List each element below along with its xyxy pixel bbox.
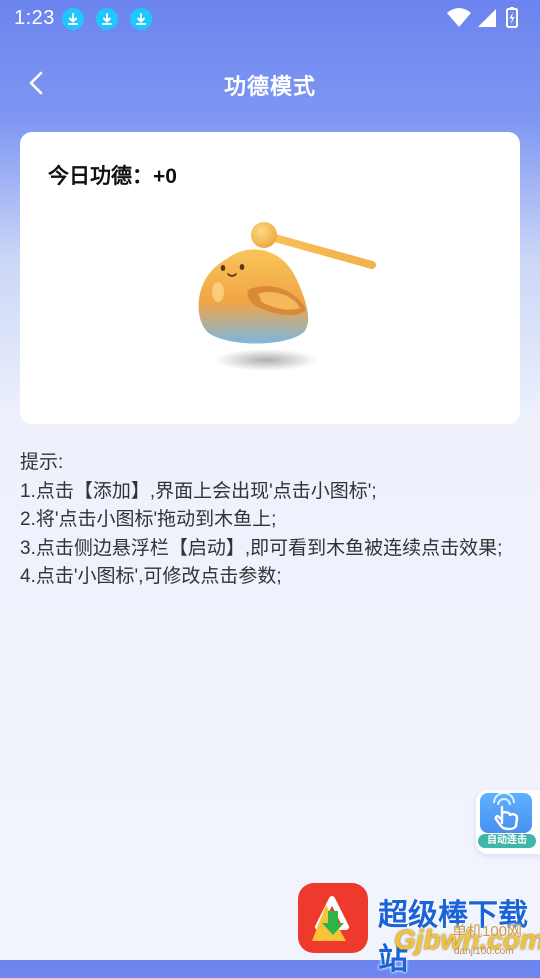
tip-line: 4.点击'小图标',可修改点击参数; bbox=[20, 566, 282, 587]
watermark-logo bbox=[298, 883, 368, 953]
tip-line: 1.点击【添加】,界面上会出现'点击小图标'; bbox=[20, 480, 377, 502]
watermark-cn-text: 单机100网 bbox=[452, 923, 523, 940]
battery-charging-icon bbox=[506, 7, 518, 28]
merit-card: 今日功德：+0 bbox=[20, 132, 520, 424]
page-title: 功德模式 bbox=[223, 74, 316, 99]
download-icon bbox=[130, 8, 152, 30]
tips-heading: 提示: bbox=[20, 452, 64, 473]
auto-click-label: 自动连击 bbox=[478, 834, 536, 848]
status-bar: 1:23 bbox=[0, 0, 540, 36]
status-icons bbox=[446, 6, 526, 30]
status-time: 1:23 bbox=[14, 7, 55, 29]
tip-line: 2.将'点击小图标'拖动到木鱼上; bbox=[20, 509, 277, 530]
tip-line: 3.点击侧边悬浮栏【启动】,即可看到木鱼被连续点击效果; bbox=[20, 537, 503, 559]
wooden-fish-image[interactable] bbox=[178, 210, 378, 380]
screen: { "status_bar": { "time": "1:23", "downl… bbox=[0, 0, 540, 976]
hand-tap-icon bbox=[480, 792, 532, 833]
header: 功德模式 bbox=[0, 50, 540, 116]
watermark-domain: danji100.com bbox=[454, 946, 514, 957]
download-icon bbox=[62, 8, 84, 30]
cell-signal-icon bbox=[478, 9, 496, 27]
wifi-icon bbox=[447, 8, 471, 27]
merit-count-label: 今日功德：+0 bbox=[48, 165, 177, 188]
download-icon bbox=[96, 8, 118, 30]
tips-section: 提示: 1.点击【添加】,界面上会出现'点击小图标'; 2.将'点击小图标'拖动… bbox=[20, 449, 520, 592]
auto-click-float-button[interactable]: 自动连击 bbox=[476, 790, 540, 854]
